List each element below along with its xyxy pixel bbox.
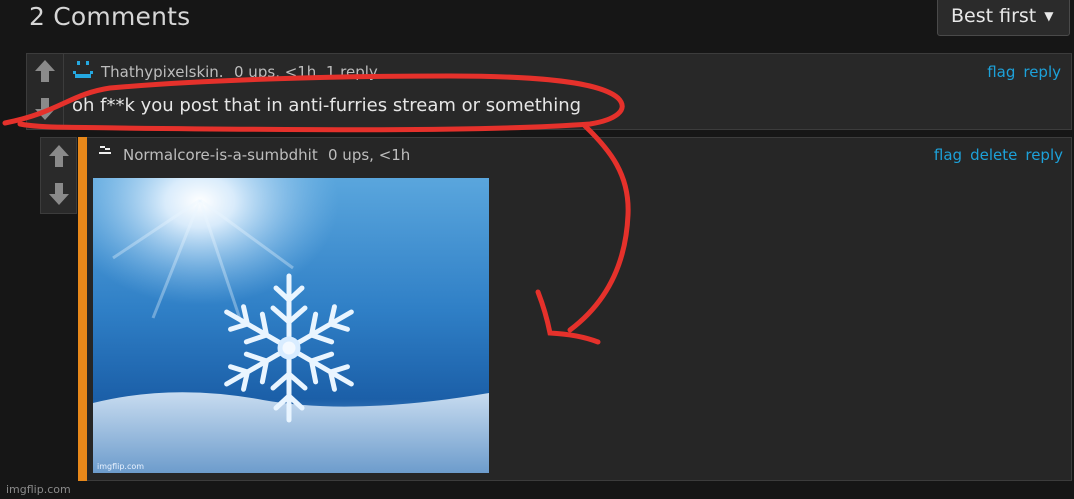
arrow-down-icon [49, 183, 69, 205]
comment-meta: 0 ups, <1h, 1 reply [234, 63, 378, 81]
comments-count-title: 2 Comments [29, 2, 191, 31]
image-watermark: imgflip.com [97, 462, 144, 471]
upvote-button[interactable] [45, 142, 73, 170]
comment-actions: flag delete reply [926, 146, 1063, 164]
comment: Thathypixelskin. 0 ups, <1h, 1 reply fla… [26, 53, 1072, 130]
flag-link[interactable]: flag [987, 63, 1015, 81]
comment-meta: 0 ups, <1h [328, 146, 411, 164]
site-watermark: imgflip.com [6, 483, 71, 496]
comment-text: oh f**k you post that in anti-furries st… [72, 95, 582, 116]
sort-label: Best first [951, 5, 1037, 27]
avatar[interactable] [98, 143, 114, 157]
chevron-down-icon: ▼ [1044, 9, 1054, 23]
downvote-button[interactable] [45, 180, 73, 208]
sort-dropdown[interactable]: Best first ▼ [937, 0, 1070, 36]
flag-link[interactable]: flag [934, 146, 962, 164]
avatar[interactable] [72, 59, 94, 81]
delete-link[interactable]: delete [970, 146, 1017, 164]
vote-column [27, 54, 64, 129]
comment-username[interactable]: Normalcore-is-a-sumbdhit [123, 146, 318, 164]
reply-comment: Normalcore-is-a-sumbdhit 0 ups, <1h flag… [40, 137, 1072, 481]
reply-link[interactable]: reply [1025, 146, 1063, 164]
snowflake-image[interactable]: imgflip.com [93, 178, 489, 473]
arrow-up-icon [35, 60, 55, 82]
arrow-down-icon [35, 98, 55, 120]
comment-actions: flag reply [979, 63, 1061, 81]
reply-link[interactable]: reply [1023, 63, 1061, 81]
upvote-button[interactable] [31, 57, 59, 85]
comment-username[interactable]: Thathypixelskin. [101, 63, 224, 81]
own-comment-indicator [78, 137, 87, 481]
downvote-button[interactable] [31, 95, 59, 123]
vote-column [40, 137, 77, 214]
arrow-up-icon [49, 145, 69, 167]
